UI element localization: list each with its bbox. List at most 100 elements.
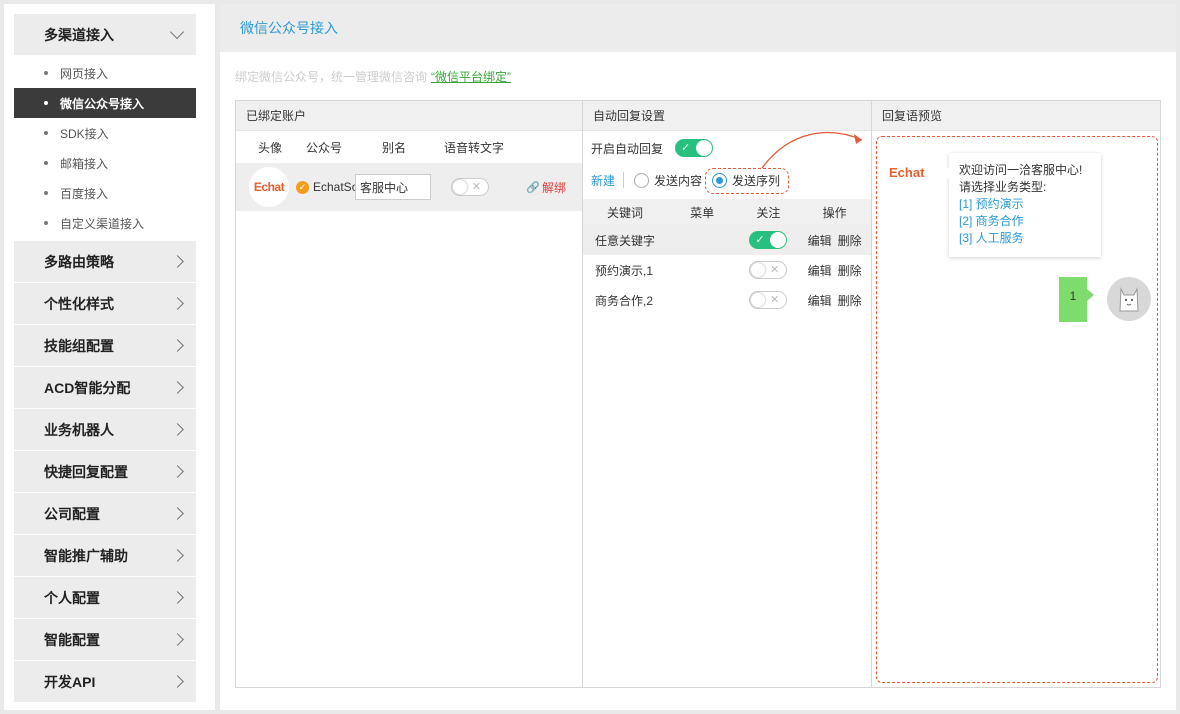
table-row: 商务合作,2 ✕ 编辑 删除 [583,285,871,315]
nav-group-style[interactable]: 个性化样式 [14,283,196,324]
link-icon: 🔗 [526,181,540,194]
bullet-icon [44,71,48,75]
close-icon: ✕ [770,264,780,276]
table-row: 任意关键字 ✓ 编辑 删除 [583,225,871,255]
auto-reply-switch-label: 开启自动回复 [591,141,664,156]
nav-group-label: 个人配置 [44,589,100,606]
voice-to-text-toggle[interactable]: ✕ [451,178,489,196]
actions-cell: 编辑 删除 [798,292,871,309]
edit-button[interactable]: 编辑 [808,262,832,279]
user-message-text: 1 [1069,289,1077,303]
user-message-bubble: 1 [1059,277,1094,322]
chevron-right-icon [171,297,184,310]
follow-cell: ✕ [738,261,798,279]
reply-mode-row: 新建 发送内容 发送序列 [583,165,871,195]
greeting-text: 欢迎访问一洽客服中心! [959,163,1083,177]
follow-toggle[interactable]: ✕ [749,291,788,309]
nav-group-promotion[interactable]: 智能推广辅助 [14,535,196,576]
toggle-knob [770,232,787,248]
echat-logo: Echat [253,180,285,194]
chevron-right-icon [171,465,184,478]
account-name: EchatSoft [313,180,355,194]
nav-group-multichannel[interactable]: 多渠道接入 [14,14,196,55]
radio-label: 发送内容 [654,173,703,188]
nav-group-company[interactable]: 公司配置 [14,493,196,534]
wechat-platform-bind-link[interactable]: “微信平台绑定” [431,70,511,84]
nav-group-label: 开发API [44,673,96,690]
checked-icon: ✓ [296,180,309,194]
follow-cell: ✕ [738,291,798,309]
unbind-button[interactable]: 🔗 解绑 [526,179,566,196]
chevron-right-icon [171,549,184,562]
unbind-label: 解绑 [541,180,566,195]
nav-group-api[interactable]: 开发API [14,661,196,702]
auto-reply-toggle[interactable]: ✓ [675,139,714,157]
sub-item-label: 邮箱接入 [60,156,109,171]
nav-group-smart[interactable]: 智能配置 [14,619,196,660]
bullet-icon [44,191,48,195]
nav-group-label: 智能配置 [44,631,100,648]
nav-group-label: 智能推广辅助 [44,547,128,564]
sub-item-label: 百度接入 [60,186,109,201]
nav-group-robot[interactable]: 业务机器人 [14,409,196,450]
toggle-knob [453,180,467,194]
main-content: 微信公众号接入 绑定微信公众号，统一管理微信咨询 “微信平台绑定” 已绑定账户 头… [220,4,1176,710]
delete-button[interactable]: 删除 [838,262,862,279]
close-icon: ✕ [770,294,780,306]
auto-reply-panel: 自动回复设置 开启自动回复 ✓ 新建 发送内容 发送序列 关键词 菜单 关注 操… [583,101,872,687]
sub-item-custom[interactable]: 自定义渠道接入 [14,208,196,238]
mode-content-radio[interactable]: 发送内容 [634,172,702,189]
nav-group-label: 多渠道接入 [44,26,114,43]
sub-item-web[interactable]: 网页接入 [14,58,196,88]
col-avatar: 头像 [258,140,283,155]
reply-preview-panel: 回复语预览 Echat 欢迎访问一洽客服中心! 请选择业务类型: [1] 预约演… [872,101,1160,687]
follow-toggle[interactable]: ✕ [749,261,788,279]
bind-hint-text: 绑定微信公众号，统一管理微信咨询 [235,70,428,84]
bind-hint: 绑定微信公众号，统一管理微信咨询 “微信平台绑定” [235,68,511,85]
toggle-knob [751,293,766,307]
nav-group-personal[interactable]: 个人配置 [14,577,196,618]
delete-button[interactable]: 删除 [838,232,862,249]
alias-input[interactable] [355,174,431,200]
delete-button[interactable]: 删除 [838,292,862,309]
keyword-cell: 预约演示,1 [595,263,654,278]
check-icon: ✓ [755,234,765,246]
sidebar: 多渠道接入 网页接入 微信公众号接入 SDK接入 邮箱接入 百度接入 自定义渠道… [4,4,215,710]
chevron-right-icon [171,423,184,436]
sub-item-baidu[interactable]: 百度接入 [14,178,196,208]
new-button[interactable]: 新建 [591,172,615,189]
keyword-table-header: 关键词 菜单 关注 操作 [583,199,871,225]
nav-group-skill[interactable]: 技能组配置 [14,325,196,366]
edit-button[interactable]: 编辑 [808,232,832,249]
col-account: 公众号 [306,140,343,155]
keyword-cell: 任意关键字 [595,233,656,248]
follow-cell: ✓ [738,231,798,249]
nav-group-acd[interactable]: ACD智能分配 [14,367,196,408]
nav-group-label: 快捷回复配置 [44,463,128,480]
echat-logo: Echat [889,165,925,180]
bullet-icon [44,131,48,135]
nav-group-label: 多路由策略 [44,253,114,270]
chevron-down-icon [169,24,185,40]
follow-toggle[interactable]: ✓ [749,231,788,249]
sub-item-label: 微信公众号接入 [60,96,145,111]
col-keyword: 关键词 [607,205,644,220]
config-panels: 已绑定账户 头像 公众号 别名 语音转文字 Echat ✓ EchatSoft … [235,100,1161,688]
radio-circle [634,172,650,188]
check-icon: ✓ [681,142,691,154]
sub-item-wechat[interactable]: 微信公众号接入 [14,88,196,118]
toggle-knob [696,140,713,156]
close-icon: ✕ [471,181,481,193]
edit-button[interactable]: 编辑 [808,292,832,309]
user-avatar [1107,277,1151,321]
option-demo[interactable]: [1] 预约演示 [959,196,1091,213]
sub-item-email[interactable]: 邮箱接入 [14,148,196,178]
nav-group-quickreply[interactable]: 快捷回复配置 [14,451,196,492]
nav-group-label: 技能组配置 [44,337,114,354]
option-human[interactable]: [3] 人工服务 [959,230,1091,247]
auto-reply-switch-row: 开启自动回复 ✓ [583,131,871,165]
nav-group-routing[interactable]: 多路由策略 [14,241,196,282]
keyword-cell: 商务合作,2 [595,293,654,308]
sub-item-sdk[interactable]: SDK接入 [14,118,196,148]
option-business[interactable]: [2] 商务合作 [959,213,1091,230]
